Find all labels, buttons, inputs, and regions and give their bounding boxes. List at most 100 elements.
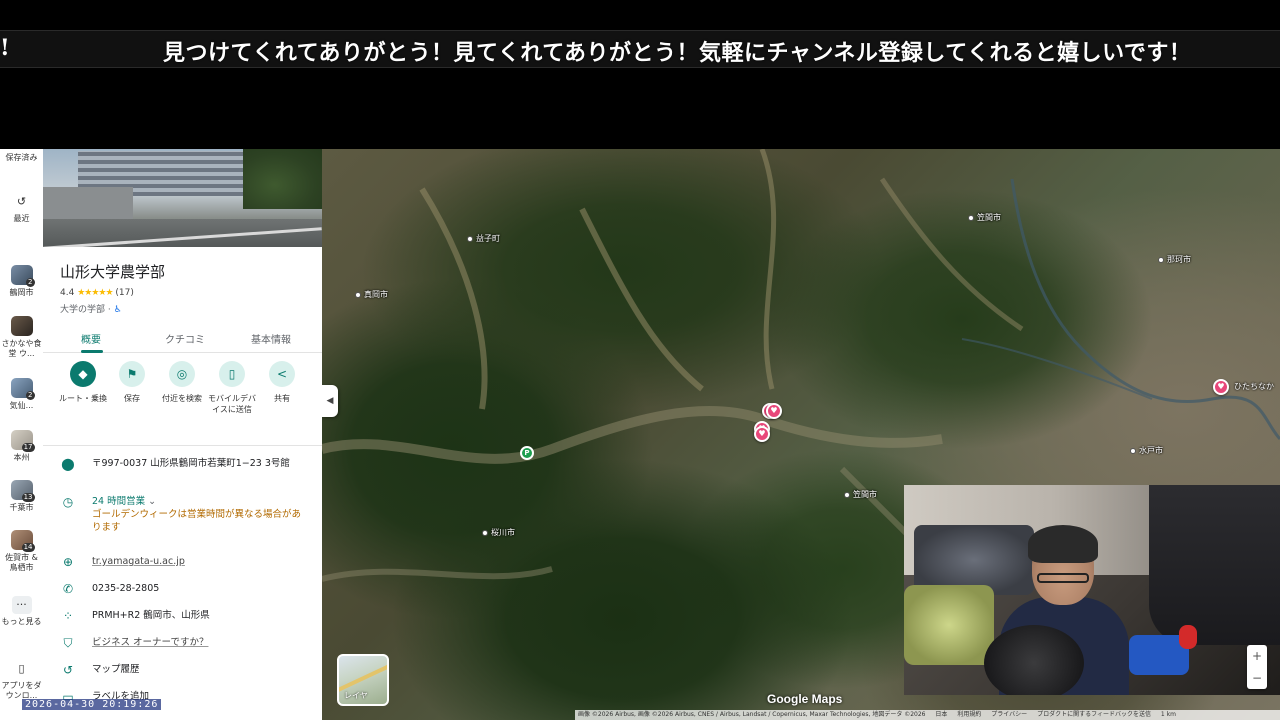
phone-icon: ▯ xyxy=(219,361,245,387)
place-title: 山形大学農学部 xyxy=(60,263,166,281)
save-button[interactable]: ⚑ 保存 xyxy=(105,361,159,404)
rail-saved-label: 保存済み xyxy=(5,153,38,162)
list-thumbnail: 17 xyxy=(10,430,35,452)
list-thumbnail: 2 xyxy=(10,378,35,400)
privacy-link[interactable]: プライバシー xyxy=(991,711,1027,718)
place-photo[interactable] xyxy=(43,149,322,247)
terms-link[interactable]: 利用規約 xyxy=(957,711,981,718)
directions-icon: ◆ xyxy=(70,361,96,387)
rail-item-label: さかなや食堂 ウ... xyxy=(1,339,42,358)
divider xyxy=(43,445,322,446)
ticker-lead: ! xyxy=(0,35,10,61)
nearby-icon: ◎ xyxy=(169,361,195,387)
screen: ! 見つけてくれてありがとう！見てくれてありがとう！気軽にチャンネル登録してくれ… xyxy=(0,0,1280,720)
feedback-link[interactable]: プロダクトに関するフィードバックを送信 xyxy=(1037,711,1151,718)
review-count: (17) xyxy=(115,288,134,298)
location-pin-icon: ⬤ xyxy=(61,457,75,471)
shield-icon: ⛉ xyxy=(63,636,73,650)
action-buttons: ◆ ルート・乗換 ⚑ 保存 ◎ 付近を検索 ▯ モバイルデバイスに送信 < 共有 xyxy=(43,361,322,441)
rail-list-item[interactable]: さかなや食堂 ウ... xyxy=(0,316,43,359)
phone-call-icon: ✆ xyxy=(62,582,74,596)
heart-pin[interactable]: ♥ xyxy=(766,403,782,419)
wheelchair-icon: ♿ xyxy=(113,305,122,315)
zoom-controls[interactable]: + − xyxy=(1247,645,1267,689)
region-link[interactable]: 日本 xyxy=(935,711,947,718)
place-pin-icon[interactable]: P xyxy=(520,446,534,460)
bookmark-icon: ⚑ xyxy=(119,361,145,387)
attribution-text: 画像 ©2026 Airbus, 画像 ©2026 Airbus, CNES /… xyxy=(578,711,926,718)
tab-reviews[interactable]: クチコミ xyxy=(165,331,205,346)
directions-button[interactable]: ◆ ルート・乗換 xyxy=(56,361,110,404)
rail-list-item[interactable]: 2 気仙... xyxy=(0,378,43,411)
rail-app-label: アプリをダウンロ... xyxy=(1,681,42,700)
scale-bar[interactable]: 1 km xyxy=(1161,711,1176,718)
send-to-phone-button[interactable]: ▯ モバイルデバイスに送信 xyxy=(205,361,259,415)
map-label: 桜川市 xyxy=(482,527,515,538)
action-label: 保存 xyxy=(124,394,140,403)
hours-status: 24 時間営業 xyxy=(92,496,146,507)
ticker-text: 見つけてくれてありがとう！見てくれてありがとう！気軽にチャンネル登録してくれると… xyxy=(163,40,1192,66)
layers-button[interactable]: レイヤ xyxy=(337,654,389,706)
heart-pin[interactable]: ♥ xyxy=(1213,379,1229,395)
map-label: 益子町 xyxy=(467,233,500,244)
action-label: 付近を検索 xyxy=(162,394,202,403)
google-maps-logo: Google Maps xyxy=(767,692,843,706)
globe-icon: ⊕ xyxy=(62,555,74,569)
rail-list-item[interactable]: 2 鶴岡市 xyxy=(0,265,43,298)
address-text: 〒997-0037 山形県鶴岡市若葉町1−23 3号館 xyxy=(92,458,290,469)
rail-list-item[interactable]: 14 佐賀市 & 鳥栖市 xyxy=(0,530,43,573)
map-attribution: 画像 ©2026 Airbus, 画像 ©2026 Airbus, CNES /… xyxy=(575,710,1280,720)
website-link[interactable]: tr.yamagata-u.ac.jp xyxy=(92,555,304,568)
history-icon: ↺ xyxy=(62,663,74,677)
nearby-button[interactable]: ◎ 付近を検索 xyxy=(155,361,209,404)
microphone-icon xyxy=(984,625,1084,695)
place-category: 大学の学部 · ♿ xyxy=(60,302,122,315)
history-icon: ↺ xyxy=(16,195,27,208)
star-rating-icon: ★★★★★ xyxy=(77,288,113,298)
action-label: モバイルデバイスに送信 xyxy=(208,394,256,414)
layers-label: レイヤ xyxy=(344,691,368,700)
chevron-down-icon[interactable]: ⌄ xyxy=(148,496,156,507)
zoom-in-icon[interactable]: + xyxy=(1247,645,1267,667)
hours-text: 24 時間営業 ⌄ ゴールデンウィークは営業時間が異なる場合があります xyxy=(92,495,304,534)
map-label: 笠間市 xyxy=(844,489,877,500)
phone-icon: ▯ xyxy=(18,662,25,675)
rail-list-item[interactable]: 17 本州 xyxy=(0,430,43,463)
category-label: 大学の学部 · xyxy=(60,305,111,315)
heart-pin[interactable]: ♥ xyxy=(754,426,770,442)
rail-list-item[interactable]: 13 千葉市 xyxy=(0,480,43,513)
collapse-panel-button[interactable]: ◀ xyxy=(322,385,338,417)
webcam-overlay xyxy=(904,485,1280,695)
list-thumbnail xyxy=(10,316,33,336)
share-icon: < xyxy=(269,361,295,387)
rail-saved[interactable]: 保存済み xyxy=(0,153,43,163)
recording-timestamp: 2026-04-30 20:19:26 xyxy=(22,699,162,710)
clock-icon: ◷ xyxy=(62,495,74,509)
active-tab-indicator xyxy=(81,350,103,353)
tab-overview[interactable]: 概要 xyxy=(81,331,101,346)
rail-recent-label: 最近 xyxy=(13,214,30,223)
rating-value: 4.4 xyxy=(60,288,75,298)
more-icon: ··· xyxy=(11,596,32,614)
map-label: 那珂市 xyxy=(1158,254,1191,265)
tab-about[interactable]: 基本情報 xyxy=(251,331,291,346)
place-rating[interactable]: 4.4 ★★★★★ (17) xyxy=(60,288,134,298)
stream-ticker: ! 見つけてくれてありがとう！見てくれてありがとう！気軽にチャンネル登録してくれ… xyxy=(0,30,1280,68)
plus-code-icon: ⁘ xyxy=(62,609,74,623)
map-label: 笠間市 xyxy=(968,212,1001,223)
rail-more[interactable]: ··· もっと見る xyxy=(0,596,43,627)
hours-note: ゴールデンウィークは営業時間が異なる場合があります xyxy=(92,509,302,533)
share-button[interactable]: < 共有 xyxy=(255,361,309,404)
rail-recent[interactable]: ↺ 最近 xyxy=(0,193,43,224)
phone-number: 0235-28-2805 xyxy=(92,583,160,594)
claim-business-link[interactable]: ビジネス オーナーですか？ xyxy=(92,636,304,649)
rail-app[interactable]: ▯ アプリをダウンロ... xyxy=(0,660,43,701)
action-label: ルート・乗換 xyxy=(59,394,107,403)
zoom-out-icon[interactable]: − xyxy=(1247,667,1267,689)
pin-label: ひたちなか xyxy=(1234,382,1274,391)
list-thumbnail: 2 xyxy=(10,265,35,287)
rail-item-label: 佐賀市 & 鳥栖市 xyxy=(5,553,38,572)
map-label: 水戸市 xyxy=(1130,445,1163,456)
nav-rail: 保存済み ↺ 最近 2 鶴岡市 さかなや食堂 ウ... 2 気仙... 17 本… xyxy=(0,149,43,720)
rail-item-label: 千葉市 xyxy=(9,503,34,512)
